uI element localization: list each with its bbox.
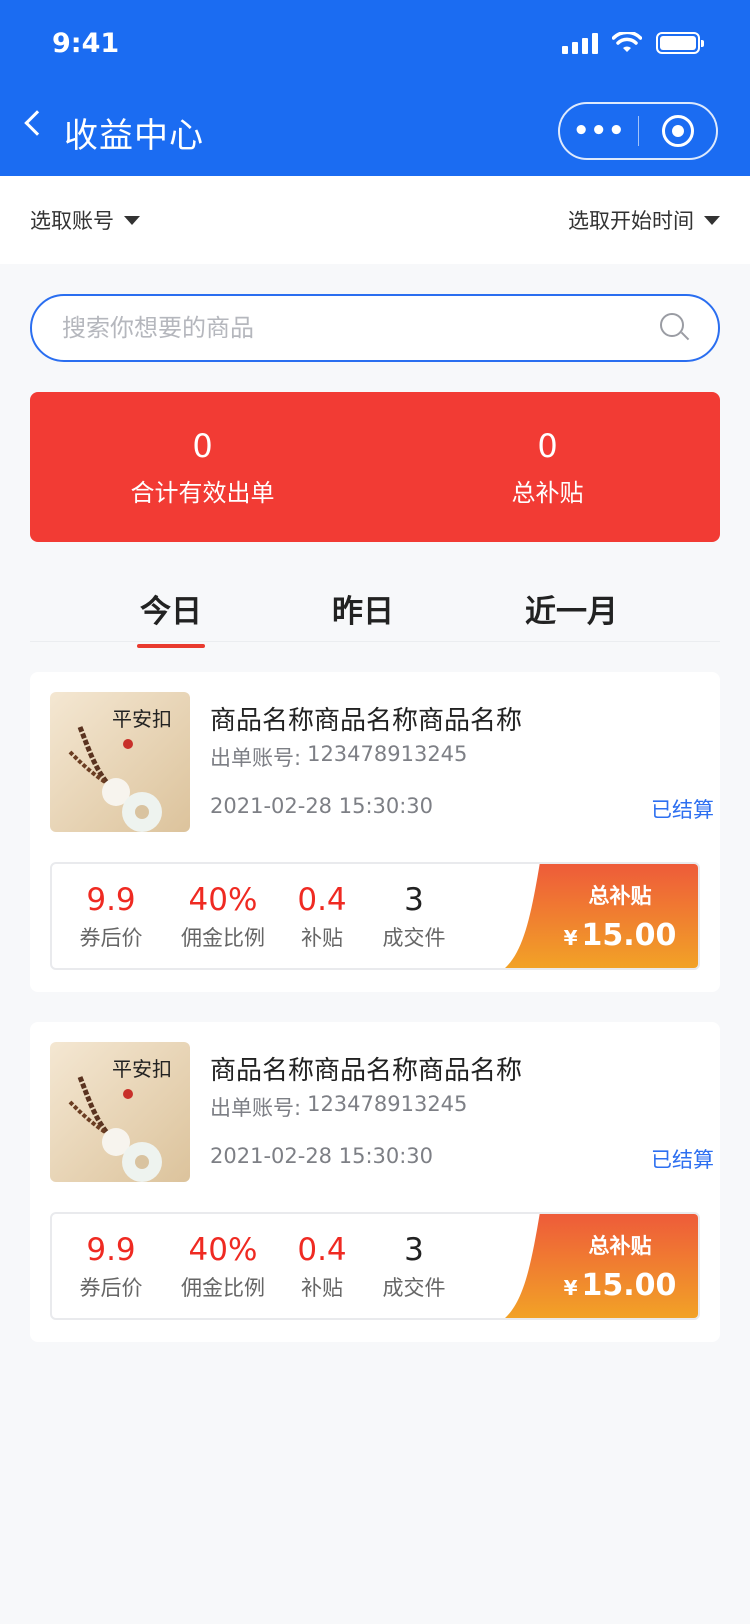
tab-last-month[interactable]: 近一月	[525, 586, 618, 631]
search-icon[interactable]	[660, 313, 690, 343]
metric-value: 9.9	[86, 882, 136, 918]
metric-value: 3	[404, 882, 424, 918]
signal-icon	[562, 32, 598, 54]
order-account: 出单账号: 123478913245	[210, 742, 467, 772]
metric-value: 40%	[188, 1232, 258, 1268]
amount-value: 15.00	[581, 917, 677, 953]
start-time-filter[interactable]: 选取开始时间	[568, 205, 720, 235]
metric-value: 40%	[188, 882, 258, 918]
metric-label: 佣金比例	[181, 1276, 265, 1300]
product-name: 商品名称商品名称商品名称	[210, 706, 523, 736]
settlement-status: 已结算	[651, 798, 714, 822]
product-image: 平安扣	[50, 692, 190, 832]
metric-coupon-price: 9.9 券后价	[76, 1232, 146, 1302]
order-account-number: 123478913245	[307, 1092, 468, 1116]
order-metrics: 9.9 券后价 40% 佣金比例 0.4 补贴 3 成交件 总补贴 ¥ 15.0…	[50, 1212, 700, 1320]
caret-down-icon	[704, 215, 720, 225]
order-account: 出单账号: 123478913245	[210, 1092, 467, 1122]
currency-symbol: ¥	[563, 1275, 578, 1300]
search-bar	[30, 294, 720, 362]
start-time-filter-label: 选取开始时间	[568, 209, 694, 233]
order-account-label: 出单账号:	[210, 1096, 302, 1120]
status-icons	[562, 32, 704, 54]
order-card[interactable]: 平安扣 商品名称商品名称商品名称 出单账号: 123478913245 2021…	[30, 672, 720, 992]
total-subsidy-badge: 总补贴 ¥ 15.00	[500, 864, 698, 968]
page-title: 收益中心	[64, 116, 204, 156]
metric-subsidy: 0.4 补贴	[292, 882, 352, 952]
metric-label: 佣金比例	[181, 926, 265, 950]
tab-today[interactable]: 今日	[137, 586, 205, 648]
stat-value: 0	[537, 426, 558, 465]
metric-label: 成交件	[382, 1276, 446, 1300]
metric-commission-rate: 40% 佣金比例	[178, 882, 268, 952]
more-button[interactable]: •••	[560, 116, 638, 146]
order-metrics: 9.9 券后价 40% 佣金比例 0.4 补贴 3 成交件 总补贴 ¥ 15.0…	[50, 862, 700, 970]
metric-label: 成交件	[382, 926, 446, 950]
metric-label: 补贴	[301, 926, 343, 950]
date-tabs: 今日 昨日 近一月	[30, 572, 720, 648]
order-account-label: 出单账号:	[210, 746, 302, 770]
total-subsidy-amount: ¥ 15.00	[564, 1268, 677, 1303]
metric-label: 补贴	[301, 1276, 343, 1300]
order-datetime: 2021-02-28 15:30:30	[210, 1144, 434, 1168]
caret-down-icon	[124, 215, 140, 225]
close-button[interactable]	[639, 115, 716, 147]
stat-valid-orders: 0 合计有效出单	[30, 392, 375, 542]
metric-coupon-price: 9.9 券后价	[76, 882, 146, 952]
metric-commission-rate: 40% 佣金比例	[178, 1232, 268, 1302]
mini-program-capsule: •••	[558, 102, 718, 160]
settlement-status: 已结算	[651, 1148, 714, 1172]
currency-symbol: ¥	[563, 925, 578, 950]
total-subsidy-label: 总补贴	[588, 883, 652, 908]
metric-label: 券后价	[79, 926, 143, 950]
metric-value: 3	[404, 1232, 424, 1268]
wifi-icon	[612, 32, 642, 52]
filter-bar: 选取账号 选取开始时间	[0, 176, 750, 264]
order-datetime: 2021-02-28 15:30:30	[210, 794, 434, 818]
metric-value: 0.4	[297, 1232, 347, 1268]
stat-label: 合计有效出单	[130, 478, 275, 507]
back-icon[interactable]	[24, 110, 50, 136]
tab-yesterday[interactable]: 昨日	[332, 586, 394, 631]
total-subsidy-badge: 总补贴 ¥ 15.00	[500, 1214, 698, 1318]
stat-value: 0	[192, 426, 213, 465]
nav-header: 9:41 收益中心 •••	[0, 0, 750, 176]
order-card[interactable]: 平安扣 商品名称商品名称商品名称 出单账号: 123478913245 2021…	[30, 1022, 720, 1342]
metric-label: 券后价	[79, 1276, 143, 1300]
product-image: 平安扣	[50, 1042, 190, 1182]
total-subsidy-label: 总补贴	[588, 1233, 652, 1258]
metric-subsidy: 0.4 补贴	[292, 1232, 352, 1302]
order-account-number: 123478913245	[307, 742, 468, 766]
summary-panel: 0 合计有效出单 0 总补贴	[30, 392, 720, 542]
stat-label: 总补贴	[511, 478, 584, 507]
total-subsidy-amount: ¥ 15.00	[564, 918, 677, 953]
metric-deals: 3 成交件	[374, 882, 454, 952]
account-filter-label: 选取账号	[30, 209, 114, 233]
svg-text:平安扣: 平安扣	[112, 707, 172, 731]
product-name: 商品名称商品名称商品名称	[210, 1056, 523, 1086]
status-time: 9:41	[52, 28, 120, 59]
metric-deals: 3 成交件	[374, 1232, 454, 1302]
battery-icon	[656, 32, 704, 54]
target-icon	[661, 115, 694, 147]
account-filter[interactable]: 选取账号	[30, 205, 140, 235]
metric-value: 9.9	[86, 1232, 136, 1268]
metric-value: 0.4	[297, 882, 347, 918]
svg-text:平安扣: 平安扣	[112, 1057, 172, 1081]
stat-total-subsidy: 0 总补贴	[375, 392, 720, 542]
amount-value: 15.00	[581, 1267, 677, 1303]
search-input[interactable]	[62, 314, 622, 342]
